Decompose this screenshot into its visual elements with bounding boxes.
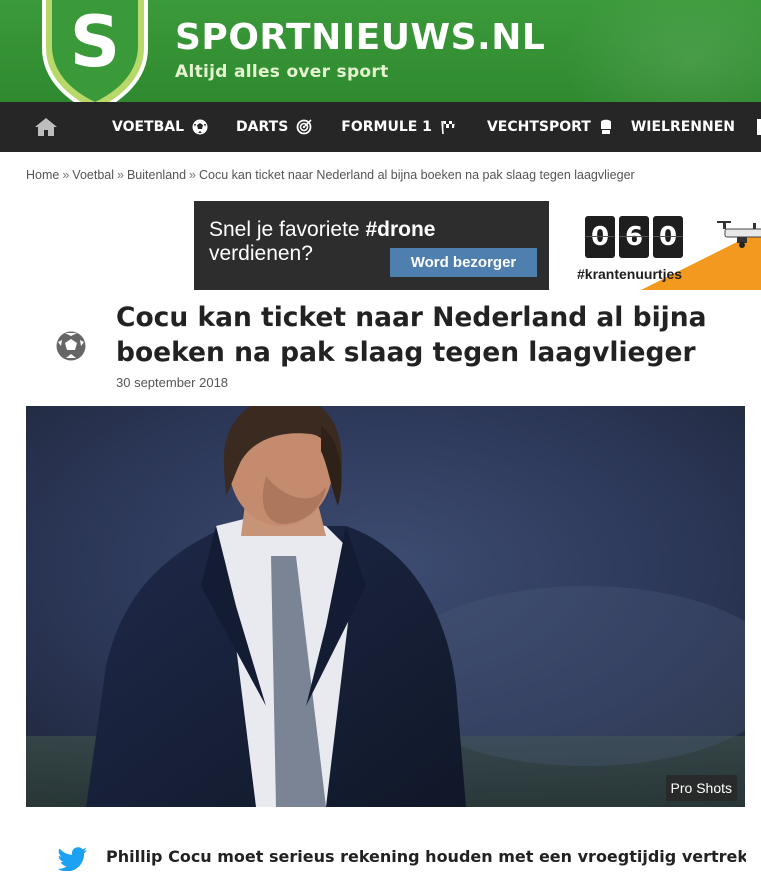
nav-item-voetbal[interactable]: VOETBAL [112, 102, 208, 152]
ad-text-plain: Snel je favoriete [209, 218, 366, 241]
breadcrumb-separator: » [117, 168, 124, 182]
ad-hashtag: #krantenuurtjes [577, 266, 683, 282]
nav-item-label: VOETBAL [112, 119, 185, 135]
nav-item-label: WIELRENNEN [630, 119, 736, 135]
ad-text-line2: verdienen? [209, 242, 313, 265]
site-brand[interactable]: SPORTNIEUWS.NL [175, 18, 545, 58]
breadcrumb-buitenland[interactable]: Buitenland [127, 168, 186, 182]
nav-item-wielrennen[interactable]: WIELRENNEN [631, 102, 735, 152]
nav-item-label: FORMULE 1 [341, 119, 432, 135]
breadcrumb-voetbal[interactable]: Voetbal [72, 168, 114, 182]
site-header: S SPORTNIEUWS.NL Altijd alles over sport [0, 0, 761, 102]
header-decoration [560, 0, 761, 102]
nav-item-formule-1[interactable]: FORMULE 1 [341, 102, 457, 152]
ad-counter-panel[interactable]: 0 6 0 #krantenuurtjes [549, 201, 761, 290]
breadcrumb-separator: » [62, 168, 70, 182]
nav-home[interactable] [0, 102, 92, 152]
site-tagline: Altijd alles over sport [175, 62, 389, 82]
counter-digit: 0 [585, 216, 615, 258]
twitter-icon[interactable] [58, 847, 88, 871]
breadcrumb-current: Cocu kan ticket naar Nederland al bijna … [199, 168, 635, 182]
nav-item-vechtsport[interactable]: VECHTSPORT [487, 102, 613, 152]
logo-letter: S [70, 1, 120, 83]
logo-shield-icon[interactable]: S [38, 0, 152, 102]
nav-item-darts[interactable]: DARTS [236, 102, 312, 152]
nav-item-label: VECHTSPORT [486, 119, 591, 135]
photo-illustration [26, 406, 745, 807]
breadcrumb: Home» Voetbal» Buitenland» Cocu kan ticket … [26, 168, 635, 182]
photo-credit: Pro Shots [665, 775, 737, 801]
nav-overflow-edge [757, 119, 761, 135]
article-title: Cocu kan ticket naar Nederland al bijna … [116, 302, 707, 368]
ad-banner[interactable]: Snel je favoriete #drone verdienen? Word… [194, 201, 549, 290]
ad-text-bold: #drone [365, 218, 436, 241]
checkered-flag-icon [440, 119, 457, 135]
boxing-glove-icon [599, 119, 613, 135]
drone-icon [717, 221, 761, 248]
home-icon [35, 118, 57, 136]
article-photo[interactable]: Pro Shots [26, 406, 745, 807]
breadcrumb-home[interactable]: Home [26, 168, 59, 182]
ad-cta-button[interactable]: Word bezorger [390, 248, 537, 277]
nav-item-label: DARTS [236, 119, 289, 135]
soccer-ball-icon [56, 331, 86, 361]
article-lead: Phillip Cocu moet serieus rekening houde… [106, 847, 746, 866]
dartboard-icon [296, 119, 312, 135]
article-date: 30 september 2018 [116, 375, 229, 390]
breadcrumb-separator: » [189, 168, 196, 182]
main-nav: VOETBAL DARTS FORMULE 1 VECHTSPORT WIELR… [0, 102, 761, 152]
soccer-ball-icon [192, 119, 208, 135]
